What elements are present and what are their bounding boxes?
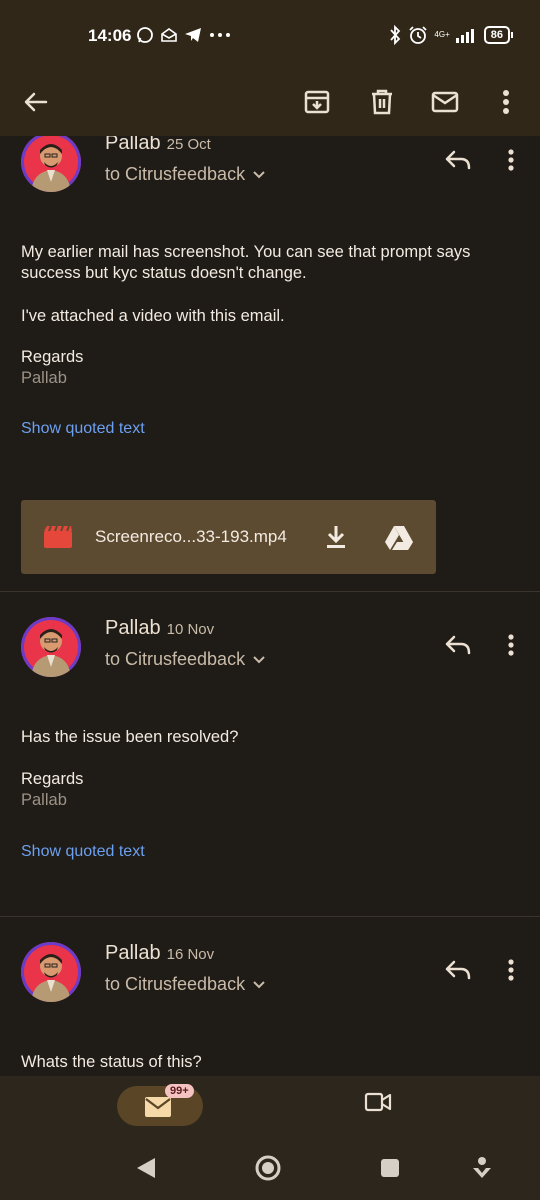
archive-icon — [304, 90, 330, 114]
archive-button[interactable] — [297, 82, 337, 122]
reply-button[interactable] — [440, 952, 476, 988]
avatar-photo-icon — [31, 144, 71, 192]
message-body: Has the issue been resolved? — [21, 728, 239, 746]
telegram-icon — [185, 28, 201, 42]
video-file-icon — [44, 525, 72, 548]
alarm-icon — [409, 26, 428, 44]
attachment-chip[interactable]: Screenreco...33-193.mp4 — [21, 500, 436, 574]
regards-text: Regards — [21, 348, 84, 366]
back-button[interactable] — [16, 82, 56, 122]
message-date: 25 Oct — [166, 136, 211, 153]
avatar[interactable] — [21, 617, 81, 677]
message-body: My earlier mail has screenshot. You can … — [21, 243, 471, 282]
mail-icon — [145, 1097, 171, 1117]
reply-icon — [445, 960, 471, 980]
recipient-label: to Citrusfeedback — [105, 649, 246, 669]
message-item: Pallab 10 Nov to Citrusfeedback Has the i… — [0, 609, 540, 909]
signature-text: Pallab — [21, 791, 67, 809]
sender-name: Pallab — [105, 942, 161, 964]
back-arrow-icon — [24, 92, 48, 112]
more-options-button[interactable] — [486, 82, 526, 122]
drive-icon[interactable] — [384, 525, 414, 551]
message-divider — [0, 916, 540, 917]
message-date: 10 Nov — [166, 621, 215, 638]
signal-icon — [455, 29, 474, 43]
delete-button[interactable] — [362, 82, 402, 122]
message-item: Pallab 16 Nov to Citrusfeedback Whats the… — [0, 934, 540, 1076]
trash-icon — [372, 89, 392, 115]
message-thread: Pallab 25 Oct to Citrusfeedback My earlie… — [0, 136, 540, 1076]
sender-name: Pallab — [105, 136, 161, 154]
meet-tab[interactable] — [360, 1090, 400, 1124]
recipient-toggle[interactable]: to Citrusfeedback — [105, 649, 265, 670]
network-type: 4G+ — [434, 30, 450, 39]
avatar-photo-icon — [31, 954, 71, 1002]
more-vert-icon — [508, 959, 514, 981]
avatar-photo-icon — [31, 629, 71, 677]
chevron-down-icon — [253, 980, 265, 988]
more-vert-icon — [508, 149, 514, 171]
video-camera-icon — [364, 1092, 392, 1112]
message-more-button[interactable] — [494, 952, 528, 988]
battery-indicator: 86 — [483, 26, 514, 44]
message-date: 16 Nov — [166, 946, 215, 963]
avatar[interactable] — [21, 136, 81, 192]
more-vert-icon — [508, 634, 514, 656]
unread-count-badge: 99+ — [165, 1084, 194, 1098]
chevron-down-icon — [253, 655, 265, 663]
reply-icon — [445, 150, 471, 170]
message-more-button[interactable] — [494, 627, 528, 663]
message-body: Whats the status of this? — [21, 1053, 202, 1071]
message-item: Pallab 25 Oct to Citrusfeedback My earlie… — [0, 136, 540, 594]
back-triangle-icon[interactable] — [135, 1156, 157, 1180]
mail-icon — [431, 91, 459, 113]
status-bar: 14:06 4G+ 86 — [0, 0, 540, 70]
message-more-button[interactable] — [494, 142, 528, 178]
reply-icon — [445, 635, 471, 655]
reply-button[interactable] — [440, 142, 476, 178]
sender-name: Pallab — [105, 617, 161, 639]
recents-square-icon[interactable] — [380, 1158, 400, 1178]
attachment-name: Screenreco...33-193.mp4 — [95, 527, 287, 546]
bluetooth-icon — [390, 25, 401, 45]
signature-text: Pallab — [21, 369, 67, 387]
recipient-label: to Citrusfeedback — [105, 164, 246, 184]
recipient-label: to Citrusfeedback — [105, 974, 246, 994]
message-divider — [0, 591, 540, 592]
system-navigation — [0, 1138, 540, 1200]
status-time: 14:06 — [88, 26, 132, 45]
avatar[interactable] — [21, 942, 81, 1002]
assistant-down-icon[interactable] — [471, 1156, 493, 1180]
download-icon[interactable] — [325, 524, 347, 550]
show-quoted-text-link[interactable]: Show quoted text — [21, 420, 145, 438]
whatsapp-icon — [137, 27, 153, 43]
recipient-toggle[interactable]: to Citrusfeedback — [105, 974, 265, 995]
chevron-down-icon — [253, 170, 265, 178]
bottom-navigation: 99+ — [0, 1076, 540, 1138]
home-circle-icon[interactable] — [254, 1154, 282, 1182]
message-body: I've attached a video with this email. — [21, 307, 285, 325]
mark-unread-button[interactable] — [425, 82, 465, 122]
recipient-toggle[interactable]: to Citrusfeedback — [105, 164, 265, 185]
app-bar — [0, 70, 540, 136]
more-horiz-icon — [210, 33, 230, 37]
more-vert-icon — [503, 90, 509, 114]
show-quoted-text-link[interactable]: Show quoted text — [21, 843, 145, 861]
mail-open-icon — [161, 28, 177, 42]
reply-button[interactable] — [440, 627, 476, 663]
regards-text: Regards — [21, 770, 84, 788]
